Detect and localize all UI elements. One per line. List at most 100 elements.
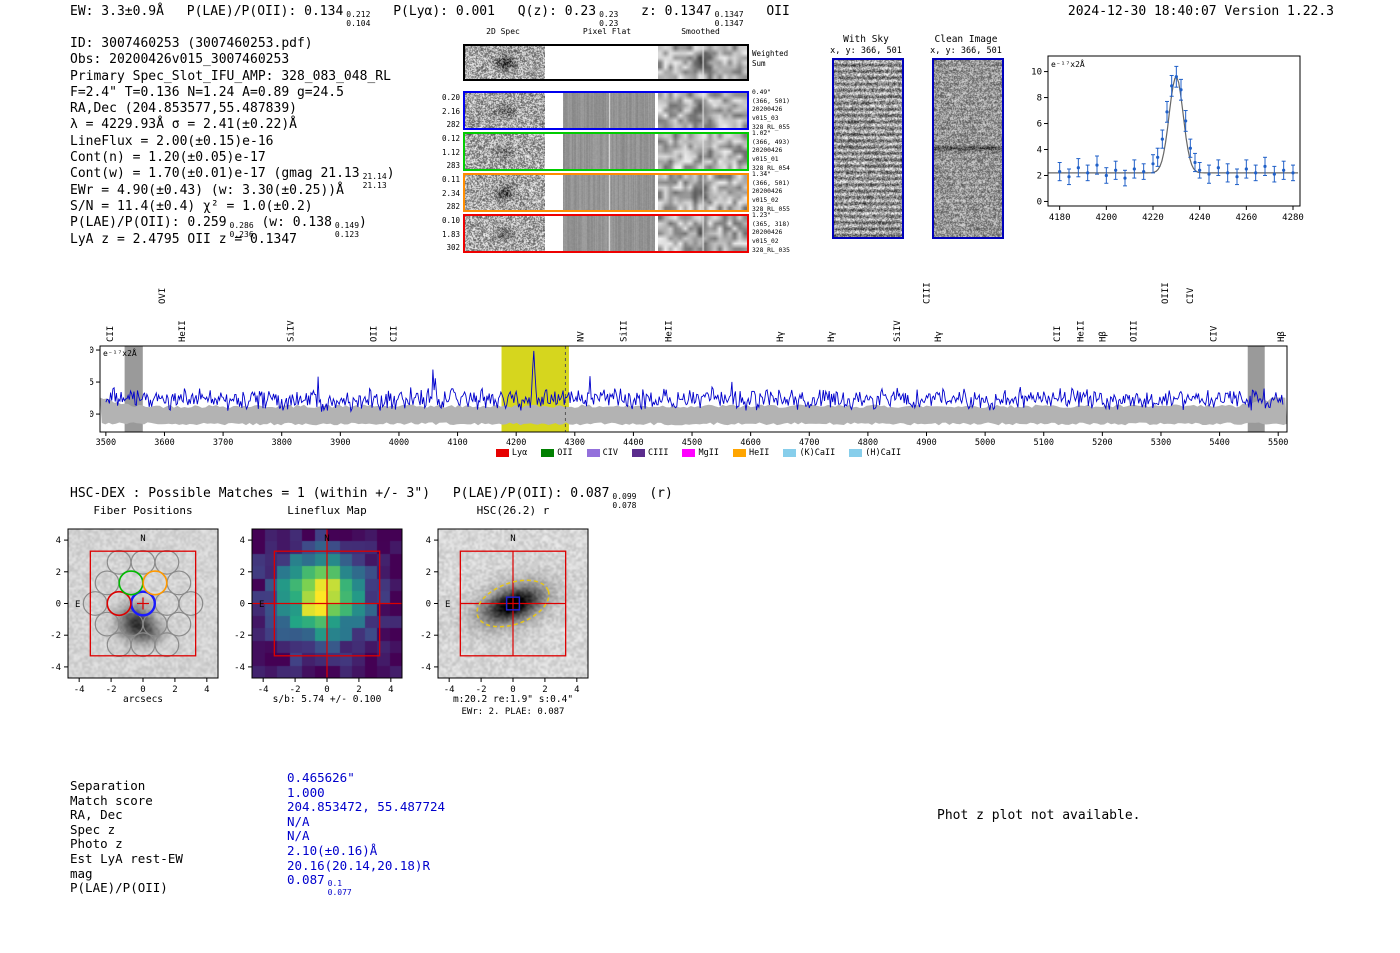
x-tick-label: 5200 xyxy=(1092,438,1112,446)
row-annotation: 0.49" (366, 501) 20200426 v015_03 328_RL_055 xyxy=(752,89,790,133)
line-marker-label: OIII xyxy=(1161,282,1171,304)
line-marker-label: CIV xyxy=(1186,287,1196,304)
spec2d-row xyxy=(463,132,749,171)
y-tick-label: 0 xyxy=(1037,197,1042,207)
row-annotation-line: 0.49" xyxy=(752,89,771,96)
info-line: Obs: 20200426v015_3007460253 xyxy=(70,52,395,68)
line-marker-label: CII xyxy=(106,326,116,342)
x-tick-label: 4 xyxy=(574,685,579,695)
line-marker-label: OVI xyxy=(158,288,168,304)
line-fit-svg: 4180 4200 4220 4240 4260 4280 0 2 4 6 8 10 e⁻¹⁷x2Å xyxy=(1031,55,1304,223)
legend-item: OII xyxy=(541,448,573,458)
hsc-dex-plae: P(LAE)/P(OII): 0.087 xyxy=(452,486,610,501)
spec2d-image xyxy=(465,93,545,128)
uncertainty-stack: 21.14 21.13 xyxy=(363,173,387,190)
x-tick-label: -4 xyxy=(74,685,85,695)
legend-item: CIII xyxy=(631,448,668,458)
fiber-stat: 0.12 xyxy=(441,134,460,143)
stack-lower: 0.123 xyxy=(334,229,360,239)
x-tick-label: 4240 xyxy=(1189,213,1211,223)
spec2d-image xyxy=(465,46,545,79)
line-marker-label: CIV xyxy=(1210,325,1220,342)
smoothed-image xyxy=(658,93,747,128)
x-tick-label: 3800 xyxy=(271,438,291,446)
match-row-value: 204.853472, 55.487724 xyxy=(287,799,445,815)
stack-lower: 0.104 xyxy=(346,18,371,28)
y-tick-label: 2 xyxy=(426,568,431,578)
y-axis-unit: e⁻¹⁷x2Å xyxy=(103,347,137,358)
qz-value: Q(z): 0.23 xyxy=(517,4,597,19)
info-line: P(LAE)/P(OII): 0.259 0.286 0.236 (w: 0.138… xyxy=(70,215,395,238)
row-annotation-line: v015_01 xyxy=(752,156,779,164)
x-tick-label: 5400 xyxy=(1209,438,1229,446)
line-marker-label: OII xyxy=(370,326,380,342)
full-spectrum-plot: 3500 3600 3700 3800 3900 4000 4100 4200 4300 4400… xyxy=(90,268,1320,446)
info-text: Cont(n) = 1.20(±0.05)e-17 xyxy=(70,150,266,166)
y-tick-label: -4 xyxy=(420,663,431,673)
x-tick-label: 3600 xyxy=(154,438,174,446)
clean-image xyxy=(934,60,1002,237)
x-tick-label: 4200 xyxy=(506,438,526,446)
fiber-stat: 282 xyxy=(446,202,460,211)
header-summary: EW: 3.3±0.9Å P(LAE)/P(OII): 0.134 0.212 0.… xyxy=(70,4,790,28)
legend-item: (H)CaII xyxy=(849,448,901,458)
legend-label: (K)CaII xyxy=(799,448,836,458)
x-tick-label: 4180 xyxy=(1049,213,1071,223)
legend-label: Lyα xyxy=(511,448,528,458)
x-tick-label: 3500 xyxy=(96,438,116,446)
info-text: Cont(w) = 1.70(±0.01)e-17 (gmag 21.13 xyxy=(70,166,360,182)
fiber-stat: 2.16 xyxy=(441,106,460,116)
row-annotation-line: v015_03 xyxy=(752,115,779,123)
legend-label: (H)CaII xyxy=(865,448,902,458)
cutout-xlabel: arcsecs xyxy=(123,694,163,705)
info-text: λ = 4229.93Å σ = 2.41(±0.22)Å xyxy=(70,117,297,133)
row-annotation-line: (366, 501) xyxy=(752,97,790,105)
match-row-value: 20.16(20.14,20.18)R xyxy=(287,858,445,874)
line-marker-label: SiIV xyxy=(286,320,296,342)
match-table-values: 0.465626" 1.000 204.853472, 55.487724 N/A N/… xyxy=(287,770,445,896)
match-value-text: 1.000 xyxy=(287,784,325,800)
line-marker-label: CII xyxy=(390,326,400,342)
match-value-text: 0.465626" xyxy=(287,770,355,785)
match-row-label: Est LyA rest-EW xyxy=(70,850,183,866)
legend-item: HeII xyxy=(732,448,769,458)
hsc-dex-band: (r) xyxy=(649,486,673,501)
legend-swatch xyxy=(631,449,645,457)
with-sky-coords: x, y: 366, 501 xyxy=(830,46,902,56)
legend-item: MgII xyxy=(682,448,719,458)
legend-label: MgII xyxy=(698,448,719,458)
info-text: Primary Spec_Slot_IFU_AMP: 328_083_048_R… xyxy=(70,68,391,84)
info-text: F=2.4" T=0.136 N=1.24 A=0.89 g=24.5 xyxy=(70,84,344,100)
elixer-report: EW: 3.3±0.9Å P(LAE)/P(OII): 0.134 0.212 0.… xyxy=(0,0,1400,953)
row-annotation: Weighted Sum xyxy=(752,49,788,68)
clean-image-title: Clean Image xyxy=(934,34,998,45)
fiber-row-stats: 0.20 2.16 282 xyxy=(433,91,460,132)
uncertainty-stack: 0.1 0.077 xyxy=(328,880,352,897)
stack-lower: 21.13 xyxy=(362,180,387,190)
row-annotation-line: 328_RL_035 xyxy=(752,246,790,254)
y-tick-label: 4 xyxy=(240,536,245,546)
y-tick-label: 8 xyxy=(1037,94,1042,104)
match-value-text: 0.087 xyxy=(287,872,325,888)
spec2d-row xyxy=(463,44,749,81)
x-tick-label: 5300 xyxy=(1151,438,1171,446)
with-sky-panel xyxy=(832,58,904,239)
match-value-text: N/A xyxy=(287,828,310,844)
match-row-value: 0.087 0.1 0.077 xyxy=(287,872,445,896)
fiber-stat: 282 xyxy=(446,120,460,129)
line-marker-label: HeII xyxy=(665,320,675,342)
clean-image-coords: x, y: 366, 501 xyxy=(930,46,1002,56)
fiber-stat: 0.11 xyxy=(441,175,460,184)
row-annotation-line: 1.02" xyxy=(752,130,771,137)
row-annotation-line: 20200426 xyxy=(752,229,783,237)
smoothed-image xyxy=(658,46,747,79)
info-line: Primary Spec_Slot_IFU_AMP: 328_083_048_R… xyxy=(70,69,395,85)
compass-east: E xyxy=(259,600,264,610)
match-row-label: RA, Dec xyxy=(70,807,123,823)
legend-item: CIV xyxy=(586,448,618,458)
fiber-stat: 2.34 xyxy=(441,188,460,198)
y-tick-label: 0 xyxy=(426,600,431,610)
y-tick-label: 2 xyxy=(240,568,245,578)
timestamp: 2024-12-30 18:40:07 Version 1.22.3 xyxy=(1067,4,1334,19)
fiber-stat: 0.20 xyxy=(441,93,460,102)
